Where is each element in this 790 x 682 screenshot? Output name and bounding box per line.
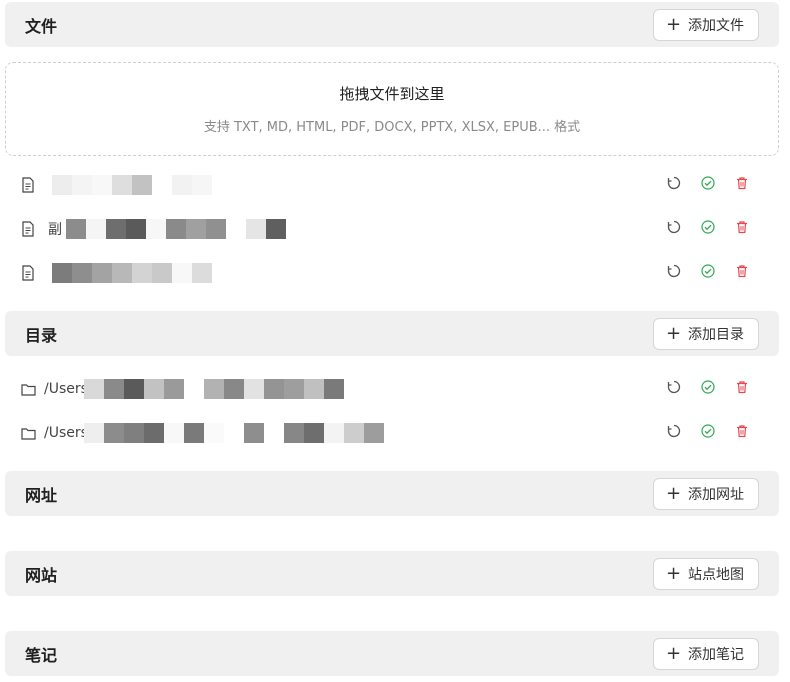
check-circle-icon[interactable] bbox=[700, 175, 716, 191]
trash-icon[interactable] bbox=[734, 423, 750, 439]
file-actions bbox=[666, 263, 750, 279]
directories-section-title: 目录 bbox=[25, 325, 58, 345]
redacted-text bbox=[83, 423, 384, 443]
file-text-icon bbox=[20, 177, 36, 193]
trash-icon[interactable] bbox=[734, 263, 750, 279]
file-actions bbox=[666, 219, 750, 235]
add-directory-button[interactable]: + 添加目录 bbox=[653, 317, 759, 350]
sitemap-button[interactable]: + 站点地图 bbox=[653, 557, 759, 590]
directory-path: /Users bbox=[44, 423, 384, 443]
redacted-text bbox=[52, 175, 212, 195]
directory-path: /Users bbox=[44, 379, 344, 399]
file-text-icon bbox=[20, 221, 36, 237]
notes-section-title: 笔记 bbox=[25, 645, 58, 665]
refresh-icon[interactable] bbox=[666, 263, 682, 279]
directory-row: /Users bbox=[20, 375, 760, 403]
file-row bbox=[20, 259, 760, 287]
plus-icon: + bbox=[666, 482, 682, 504]
directory-row: /Users bbox=[20, 419, 760, 447]
plus-icon: + bbox=[666, 322, 682, 344]
check-circle-icon[interactable] bbox=[700, 379, 716, 395]
check-circle-icon[interactable] bbox=[700, 423, 716, 439]
file-row bbox=[20, 171, 760, 199]
redacted-text bbox=[66, 219, 286, 239]
file-name: 副 bbox=[48, 219, 286, 239]
dropzone-title: 拖拽文件到这里 bbox=[339, 85, 445, 103]
refresh-icon[interactable] bbox=[666, 175, 682, 191]
trash-icon[interactable] bbox=[734, 175, 750, 191]
folder-icon bbox=[20, 425, 36, 441]
urls-section-title: 网址 bbox=[25, 485, 58, 505]
directory-path-text: /Users bbox=[44, 381, 88, 397]
directory-actions bbox=[666, 423, 750, 439]
add-url-label: 添加网址 bbox=[688, 486, 744, 503]
notes-section-header: 笔记 + 添加笔记 bbox=[5, 631, 779, 676]
directory-actions bbox=[666, 379, 750, 395]
check-circle-icon[interactable] bbox=[700, 263, 716, 279]
websites-section-header: 网站 + 站点地图 bbox=[5, 551, 779, 596]
add-url-button[interactable]: + 添加网址 bbox=[653, 477, 759, 510]
file-dropzone[interactable]: 拖拽文件到这里 支持 TXT, MD, HTML, PDF, DOCX, PPT… bbox=[5, 62, 779, 156]
file-name bbox=[48, 175, 212, 195]
websites-section-title: 网站 bbox=[25, 565, 58, 585]
add-directory-label: 添加目录 bbox=[688, 326, 744, 343]
file-text-icon bbox=[20, 265, 36, 281]
add-note-label: 添加笔记 bbox=[688, 646, 744, 663]
add-file-label: 添加文件 bbox=[688, 17, 744, 34]
refresh-icon[interactable] bbox=[666, 423, 682, 439]
directories-section-header: 目录 + 添加目录 bbox=[5, 311, 779, 356]
trash-icon[interactable] bbox=[734, 379, 750, 395]
redacted-text bbox=[52, 263, 212, 283]
file-name-text: 副 bbox=[48, 222, 62, 238]
plus-icon: + bbox=[666, 642, 682, 664]
files-section-title: 文件 bbox=[25, 16, 58, 36]
check-circle-icon[interactable] bbox=[700, 219, 716, 235]
refresh-icon[interactable] bbox=[666, 219, 682, 235]
file-actions bbox=[666, 175, 750, 191]
trash-icon[interactable] bbox=[734, 219, 750, 235]
dropzone-subtitle: 支持 TXT, MD, HTML, PDF, DOCX, PPTX, XLSX,… bbox=[203, 120, 581, 135]
folder-icon bbox=[20, 381, 36, 397]
urls-section-header: 网址 + 添加网址 bbox=[5, 471, 779, 516]
add-note-button[interactable]: + 添加笔记 bbox=[653, 637, 759, 670]
files-section-header: 文件 + 添加文件 bbox=[5, 2, 779, 47]
file-name bbox=[48, 263, 212, 283]
sitemap-label: 站点地图 bbox=[688, 566, 744, 583]
directory-path-text: /Users bbox=[44, 425, 88, 441]
redacted-text bbox=[83, 379, 344, 399]
refresh-icon[interactable] bbox=[666, 379, 682, 395]
plus-icon: + bbox=[666, 13, 682, 35]
file-row: 副 bbox=[20, 215, 760, 243]
add-file-button[interactable]: + 添加文件 bbox=[653, 8, 759, 41]
plus-icon: + bbox=[666, 562, 682, 584]
